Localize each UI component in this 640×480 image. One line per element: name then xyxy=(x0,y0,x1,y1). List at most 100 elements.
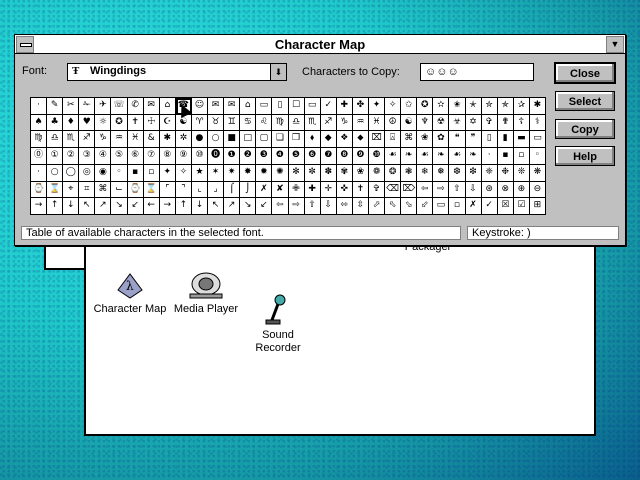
character-cell[interactable]: ✮ xyxy=(481,98,498,115)
sound-recorder-icon-item[interactable]: Sound Recorder xyxy=(238,268,318,368)
character-cell[interactable]: ↖ xyxy=(79,198,96,215)
character-cell[interactable]: ⊞ xyxy=(529,198,546,215)
character-cell[interactable]: ↑ xyxy=(175,198,192,215)
character-cell[interactable]: ◆ xyxy=(320,131,337,149)
character-cell[interactable]: ❆ xyxy=(449,164,466,182)
character-cell[interactable]: ☪ xyxy=(159,114,176,132)
character-cell[interactable]: · xyxy=(31,164,48,182)
character-cell[interactable]: ✻ xyxy=(288,164,305,182)
character-cell[interactable]: ✘ xyxy=(272,181,289,199)
character-cell[interactable]: ↘ xyxy=(111,198,128,215)
character-cell[interactable]: ⌂ xyxy=(240,98,257,115)
character-cell[interactable]: ❧ xyxy=(465,148,482,165)
character-cell[interactable]: ✆ xyxy=(127,98,144,115)
character-cell[interactable]: ✡ xyxy=(465,114,482,132)
character-cell[interactable]: ◉ xyxy=(95,164,112,182)
character-cell[interactable]: ✩ xyxy=(401,98,418,115)
character-cell[interactable]: ▭ xyxy=(304,98,321,115)
character-cell[interactable]: ♋ xyxy=(240,114,257,132)
character-cell[interactable]: ❅ xyxy=(433,164,450,182)
minimize-icon[interactable]: ▼ xyxy=(606,36,624,53)
character-cell[interactable]: ✂ xyxy=(63,98,80,115)
character-cell[interactable]: ✦ xyxy=(159,164,176,182)
character-cell[interactable]: ⌚ xyxy=(127,181,144,199)
character-cell[interactable]: ❼ xyxy=(320,148,337,165)
character-cell[interactable]: ❊ xyxy=(513,164,530,182)
character-cell[interactable]: ✯ xyxy=(497,98,514,115)
character-cell[interactable]: ▢ xyxy=(256,131,273,149)
character-cell[interactable]: ♒ xyxy=(111,131,128,149)
character-cell[interactable]: ⇩ xyxy=(320,198,337,215)
character-cell[interactable]: ⬧ xyxy=(304,131,321,149)
character-cell[interactable]: ❒ xyxy=(288,131,305,149)
character-cell[interactable]: ⊗ xyxy=(497,181,514,199)
character-cell[interactable]: ❷ xyxy=(240,148,257,165)
character-cell[interactable]: ✰ xyxy=(513,98,530,115)
character-cell[interactable]: ✉ xyxy=(143,98,160,115)
character-cell[interactable]: ⌦ xyxy=(401,181,418,199)
character-cell[interactable]: ☯ xyxy=(175,114,192,132)
character-cell[interactable]: ✉ xyxy=(224,98,241,115)
character-cell[interactable]: ⇧ xyxy=(449,181,466,199)
character-cell[interactable]: ✫ xyxy=(433,98,450,115)
character-cell[interactable]: ○ xyxy=(47,164,64,182)
character-cell[interactable]: ♏ xyxy=(63,131,80,149)
character-cell[interactable]: ⇨ xyxy=(288,198,305,215)
character-cell[interactable]: ⌡ xyxy=(240,181,257,199)
character-cell[interactable]: ✱ xyxy=(529,98,546,115)
character-cell[interactable]: ♑ xyxy=(336,114,353,132)
character-cell[interactable]: ❁ xyxy=(368,164,386,182)
character-cell[interactable]: ✼ xyxy=(304,164,321,182)
character-cell[interactable]: ⇨ xyxy=(433,181,450,199)
character-cell[interactable]: ⌜ xyxy=(159,181,176,199)
character-cell[interactable]: ▫ xyxy=(513,148,530,165)
character-cell[interactable]: ✝ xyxy=(352,181,369,199)
character-cell[interactable]: ☒ xyxy=(497,198,514,215)
character-cell[interactable]: ⑧ xyxy=(159,148,176,165)
character-cell[interactable]: ☙ xyxy=(385,148,402,165)
accessories-group-window[interactable]: λ Character Map Media Player Sound Recor… xyxy=(84,230,596,436)
help-button[interactable]: Help xyxy=(555,146,615,166)
character-cell[interactable]: □ xyxy=(240,131,257,149)
character-cell[interactable]: ⊖ xyxy=(529,181,546,199)
character-cell[interactable]: ♐ xyxy=(320,114,337,132)
character-cell[interactable]: ☑ xyxy=(513,198,530,215)
character-cell[interactable]: ✶ xyxy=(208,164,225,182)
character-cell[interactable]: ♎ xyxy=(47,131,64,149)
character-cell[interactable]: ♌ xyxy=(256,114,273,132)
character-cell[interactable]: ② xyxy=(63,148,80,165)
character-cell[interactable]: ↖ xyxy=(208,198,225,215)
character-map-icon-item[interactable]: λ Character Map xyxy=(90,268,170,316)
character-cell[interactable]: ↗ xyxy=(224,198,241,215)
character-cell[interactable]: ✈ xyxy=(95,98,112,115)
character-cell[interactable]: ↑ xyxy=(47,198,64,215)
character-cell[interactable]: ■ xyxy=(224,131,241,149)
character-cell[interactable]: ❹ xyxy=(272,148,289,165)
character-cell[interactable]: ♏ xyxy=(304,114,321,132)
character-cell[interactable]: ✟ xyxy=(497,114,514,132)
character-cell[interactable]: ✽ xyxy=(320,164,337,182)
character-cell[interactable]: ♠ xyxy=(31,114,48,132)
character-cell[interactable]: ◯ xyxy=(63,164,80,182)
character-cell[interactable]: ♍ xyxy=(272,114,289,132)
character-cell[interactable]: ✬ xyxy=(449,98,466,115)
character-cell[interactable]: ⌛ xyxy=(143,181,160,199)
character-cell[interactable]: ❖ xyxy=(336,131,353,149)
character-cell[interactable]: ✉ xyxy=(208,98,225,115)
character-cell[interactable]: ❈ xyxy=(481,164,498,182)
character-cell[interactable]: ✧ xyxy=(175,164,192,182)
character-cell[interactable]: ⬁ xyxy=(385,198,402,215)
character-cell[interactable]: ❧ xyxy=(433,148,450,165)
character-cell[interactable]: ⇦ xyxy=(417,181,434,199)
character-cell[interactable]: ❂ xyxy=(385,164,402,182)
copy-button[interactable]: Copy xyxy=(555,119,615,139)
character-cell[interactable]: ⊕ xyxy=(513,181,530,199)
character-cell[interactable]: ⌫ xyxy=(385,181,402,199)
character-cell[interactable]: ← xyxy=(143,198,160,215)
character-cell[interactable]: ① xyxy=(47,148,64,165)
character-cell[interactable]: ▪ xyxy=(127,164,144,182)
character-cell[interactable]: ☐ xyxy=(288,98,305,115)
character-cell[interactable]: ❾ xyxy=(352,148,369,165)
character-cell[interactable]: ☙ xyxy=(449,148,466,165)
character-cell[interactable]: ⬀ xyxy=(368,198,386,215)
